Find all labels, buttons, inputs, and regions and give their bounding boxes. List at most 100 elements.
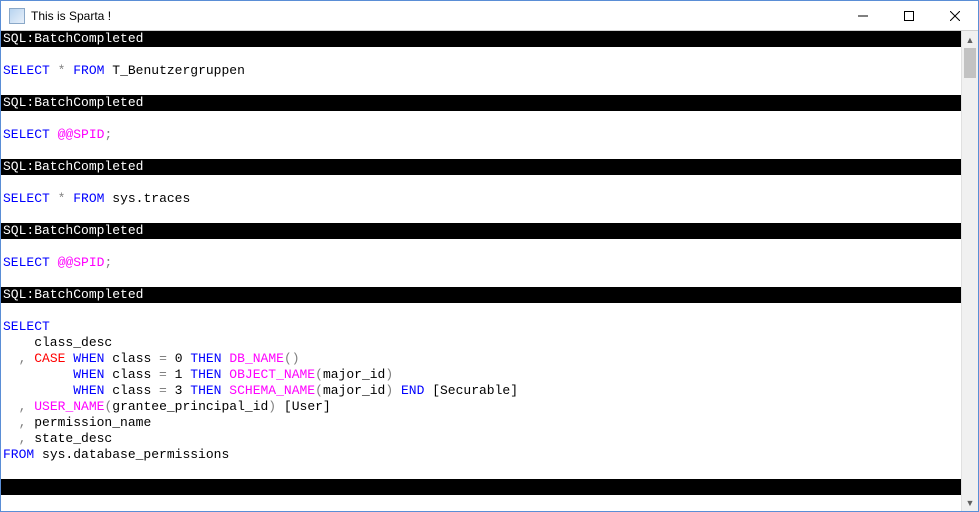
token-kw-blue: FROM — [73, 63, 104, 78]
token-plain: permission_name — [26, 415, 151, 430]
token-kw-blue: SELECT — [3, 319, 50, 334]
token-gray: ( — [315, 383, 323, 398]
scroll-thumb[interactable] — [964, 48, 976, 78]
sql-line: SELECT * FROM T_Benutzergruppen — [1, 63, 961, 79]
sql-line: , USER_NAME(grantee_principal_id) [User] — [1, 399, 961, 415]
token-gray: ) — [268, 399, 276, 414]
token-kw-magenta: OBJECT_NAME — [229, 367, 315, 382]
token-plain: 0 — [167, 351, 190, 366]
sql-line: class_desc — [1, 335, 961, 351]
scroll-down-arrow[interactable]: ▼ — [962, 494, 978, 511]
blank-line — [1, 111, 961, 127]
blank-line — [1, 463, 961, 479]
token-plain — [3, 383, 73, 398]
sql-line: SELECT @@SPID; — [1, 255, 961, 271]
token-plain: [User] — [276, 399, 331, 414]
event-header: SQL:BatchCompleted — [1, 287, 961, 303]
app-window: This is Sparta ! SQL:BatchCompleted SELEC… — [0, 0, 979, 512]
token-kw-magenta: @@SPID — [58, 255, 105, 270]
sql-line: FROM sys.database_permissions — [1, 447, 961, 463]
token-gray: = — [159, 351, 167, 366]
token-plain: class_desc — [3, 335, 120, 350]
token-plain: [Securable] — [424, 383, 518, 398]
close-button[interactable] — [932, 1, 978, 30]
token-plain: T_Benutzergruppen — [104, 63, 244, 78]
token-gray: ; — [104, 127, 112, 142]
event-header: SQL:BatchCompleted — [1, 223, 961, 239]
token-plain — [50, 255, 58, 270]
sql-line: SELECT — [1, 319, 961, 335]
close-icon — [950, 11, 960, 21]
token-plain — [50, 191, 58, 206]
token-plain: major_id — [323, 367, 385, 382]
vertical-scrollbar[interactable]: ▲ ▼ — [961, 31, 978, 511]
minimize-icon — [858, 11, 868, 21]
token-plain — [3, 415, 19, 430]
sql-line: , CASE WHEN class = 0 THEN DB_NAME() — [1, 351, 961, 367]
token-kw-red: CASE — [34, 351, 65, 366]
token-gray: ) — [385, 367, 393, 382]
token-gray: ( — [315, 367, 323, 382]
token-plain: sys.traces — [104, 191, 190, 206]
token-plain — [50, 127, 58, 142]
window-title: This is Sparta ! — [31, 9, 840, 23]
token-plain — [3, 351, 19, 366]
token-kw-blue: FROM — [73, 191, 104, 206]
token-plain: 3 — [167, 383, 190, 398]
token-plain: major_id — [323, 383, 385, 398]
scroll-track[interactable] — [962, 48, 978, 494]
token-kw-blue: THEN — [190, 367, 221, 382]
sql-trace-log[interactable]: SQL:BatchCompleted SELECT * FROM T_Benutz… — [1, 31, 961, 511]
token-gray: = — [159, 383, 167, 398]
blank-line — [1, 47, 961, 63]
sql-line: WHEN class = 3 THEN SCHEMA_NAME(major_id… — [1, 383, 961, 399]
token-kw-blue: SELECT — [3, 255, 50, 270]
sql-line: SELECT * FROM sys.traces — [1, 191, 961, 207]
event-header: SQL:BatchCompleted — [1, 31, 961, 47]
maximize-icon — [904, 11, 914, 21]
blank-line — [1, 271, 961, 287]
blank-line — [1, 303, 961, 319]
token-kw-blue: SELECT — [3, 127, 50, 142]
blank-line — [1, 239, 961, 255]
token-kw-blue: THEN — [190, 383, 221, 398]
token-plain — [3, 367, 73, 382]
token-plain: grantee_principal_id — [112, 399, 268, 414]
blank-line — [1, 207, 961, 223]
token-kw-blue: WHEN — [73, 367, 104, 382]
token-gray: () — [284, 351, 300, 366]
token-plain — [3, 431, 19, 446]
token-plain: 1 — [167, 367, 190, 382]
token-plain: class — [104, 351, 159, 366]
token-gray: ; — [104, 255, 112, 270]
blank-line — [1, 175, 961, 191]
event-header: SQL:BatchCompleted — [1, 159, 961, 175]
token-kw-magenta: SCHEMA_NAME — [229, 383, 315, 398]
blank-line — [1, 79, 961, 95]
token-plain: sys.database_permissions — [34, 447, 229, 462]
token-kw-blue: END — [401, 383, 424, 398]
maximize-button[interactable] — [886, 1, 932, 30]
sql-line: , state_desc — [1, 431, 961, 447]
scroll-up-arrow[interactable]: ▲ — [962, 31, 978, 48]
token-kw-blue: WHEN — [73, 383, 104, 398]
token-kw-blue: FROM — [3, 447, 34, 462]
token-kw-magenta: DB_NAME — [229, 351, 284, 366]
token-plain — [50, 63, 58, 78]
token-plain: state_desc — [26, 431, 120, 446]
titlebar[interactable]: This is Sparta ! — [1, 1, 978, 31]
token-kw-blue: SELECT — [3, 191, 50, 206]
token-kw-blue: THEN — [190, 351, 221, 366]
token-gray: ) — [385, 383, 393, 398]
window-buttons — [840, 1, 978, 30]
token-plain — [393, 383, 401, 398]
token-kw-blue: WHEN — [73, 351, 104, 366]
client-area: SQL:BatchCompleted SELECT * FROM T_Benutz… — [1, 31, 978, 511]
event-header: SQL:BatchCompleted — [1, 95, 961, 111]
token-plain: class — [104, 367, 159, 382]
minimize-button[interactable] — [840, 1, 886, 30]
blank-line — [1, 143, 961, 159]
sql-line: WHEN class = 1 THEN OBJECT_NAME(major_id… — [1, 367, 961, 383]
sql-line: , permission_name — [1, 415, 961, 431]
event-header — [1, 479, 961, 495]
